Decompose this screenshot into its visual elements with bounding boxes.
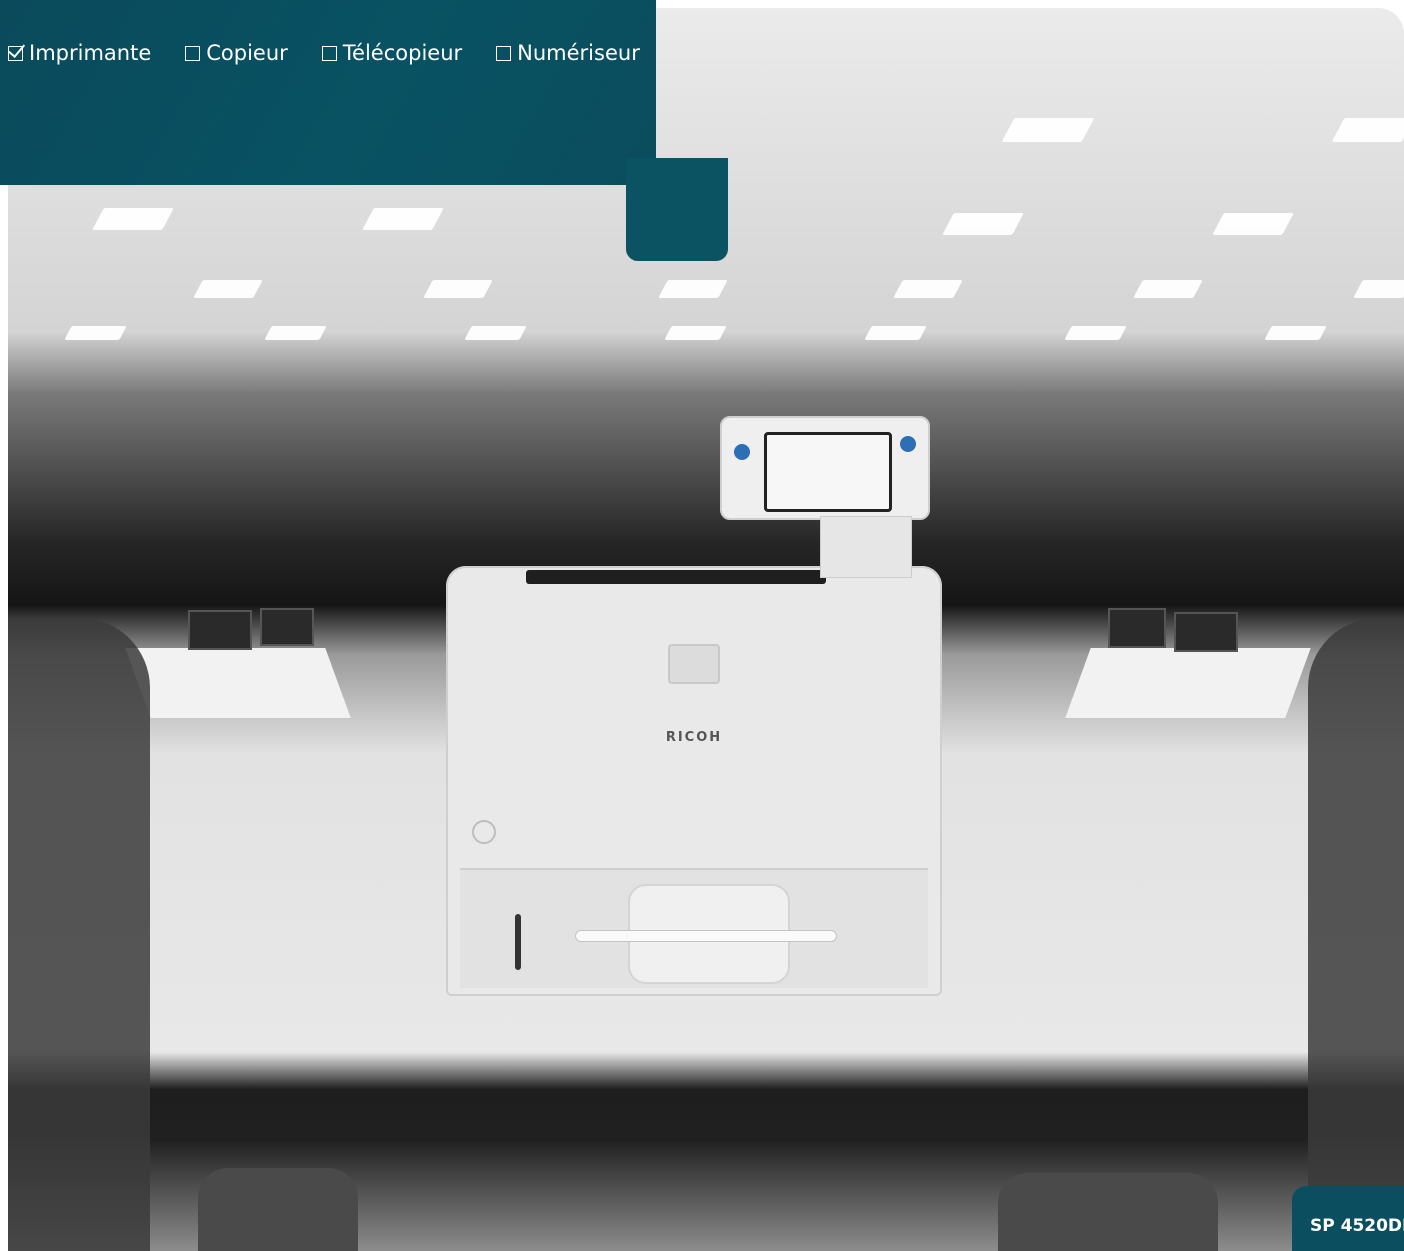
option-imprimante: Imprimante: [8, 40, 151, 66]
ceiling-light: [1353, 280, 1404, 298]
printer: RICOH: [446, 566, 942, 996]
ceiling-light: [193, 280, 263, 298]
option-copieur: Copieur: [185, 40, 288, 66]
monitor: [188, 610, 252, 650]
empty-box-icon: [185, 45, 201, 61]
monitor: [1108, 608, 1166, 648]
ceiling-light: [362, 208, 444, 230]
ceiling-light: [92, 208, 174, 230]
chair-armrest: [998, 1173, 1218, 1251]
ceiling-light: [1212, 213, 1294, 235]
model-label: SP 4520DN: [1310, 1216, 1404, 1236]
option-numeriseur: Numériseur: [496, 40, 640, 66]
ceiling-light: [64, 326, 127, 340]
monitor: [1174, 612, 1238, 652]
power-button-icon: [472, 820, 496, 844]
control-panel: [720, 416, 930, 520]
ceiling-light: [1001, 118, 1095, 142]
ceiling-light: [1331, 118, 1404, 142]
empty-box-icon: [321, 45, 337, 61]
foreground-chair: [8, 618, 150, 1251]
ceiling-light: [864, 326, 927, 340]
checked-box-icon: [8, 45, 23, 61]
power-button-icon: [900, 436, 916, 452]
option-label: Copieur: [206, 41, 288, 65]
ceiling-light: [1264, 326, 1327, 340]
ceiling-light: [1133, 280, 1203, 298]
model-tag: SP 4520DN: [1292, 1186, 1404, 1251]
office-desk: [1065, 648, 1311, 718]
printer-output-slot: [526, 570, 826, 584]
ceiling-light: [664, 326, 727, 340]
tray-handle-bar: [575, 930, 837, 942]
option-label: Télécopieur: [342, 41, 463, 65]
paper-level-gauge: [515, 914, 521, 970]
ceiling-light: [942, 213, 1024, 235]
foreground-chair: [1308, 618, 1404, 1251]
header-banner: [0, 0, 656, 185]
office-desk: [125, 648, 351, 718]
paper-tray: [460, 868, 928, 988]
empty-box-icon: [496, 45, 512, 61]
option-label: Numériseur: [517, 41, 640, 65]
printer-front-handle: [668, 644, 720, 684]
ceiling-light: [658, 280, 728, 298]
ceiling-light: [1064, 326, 1127, 340]
chair-armrest: [198, 1168, 358, 1251]
control-panel-stand: [820, 516, 912, 578]
brand-logo: RICOH: [665, 730, 723, 745]
ceiling-light: [893, 280, 963, 298]
ceiling-light: [423, 280, 493, 298]
function-options: Imprimante Copieur Télécopieur Numériseu…: [8, 40, 640, 66]
option-label: Imprimante: [29, 41, 152, 65]
ceiling-light: [264, 326, 327, 340]
monitor: [260, 608, 314, 646]
touch-screen: [764, 432, 892, 512]
option-telecopieur: Télécopieur: [321, 40, 463, 66]
ceiling-light: [464, 326, 527, 340]
home-button-icon: [734, 444, 750, 460]
header-banner-tab: [626, 158, 728, 261]
model-tag-clip: SP 4520DN: [1292, 1186, 1404, 1251]
